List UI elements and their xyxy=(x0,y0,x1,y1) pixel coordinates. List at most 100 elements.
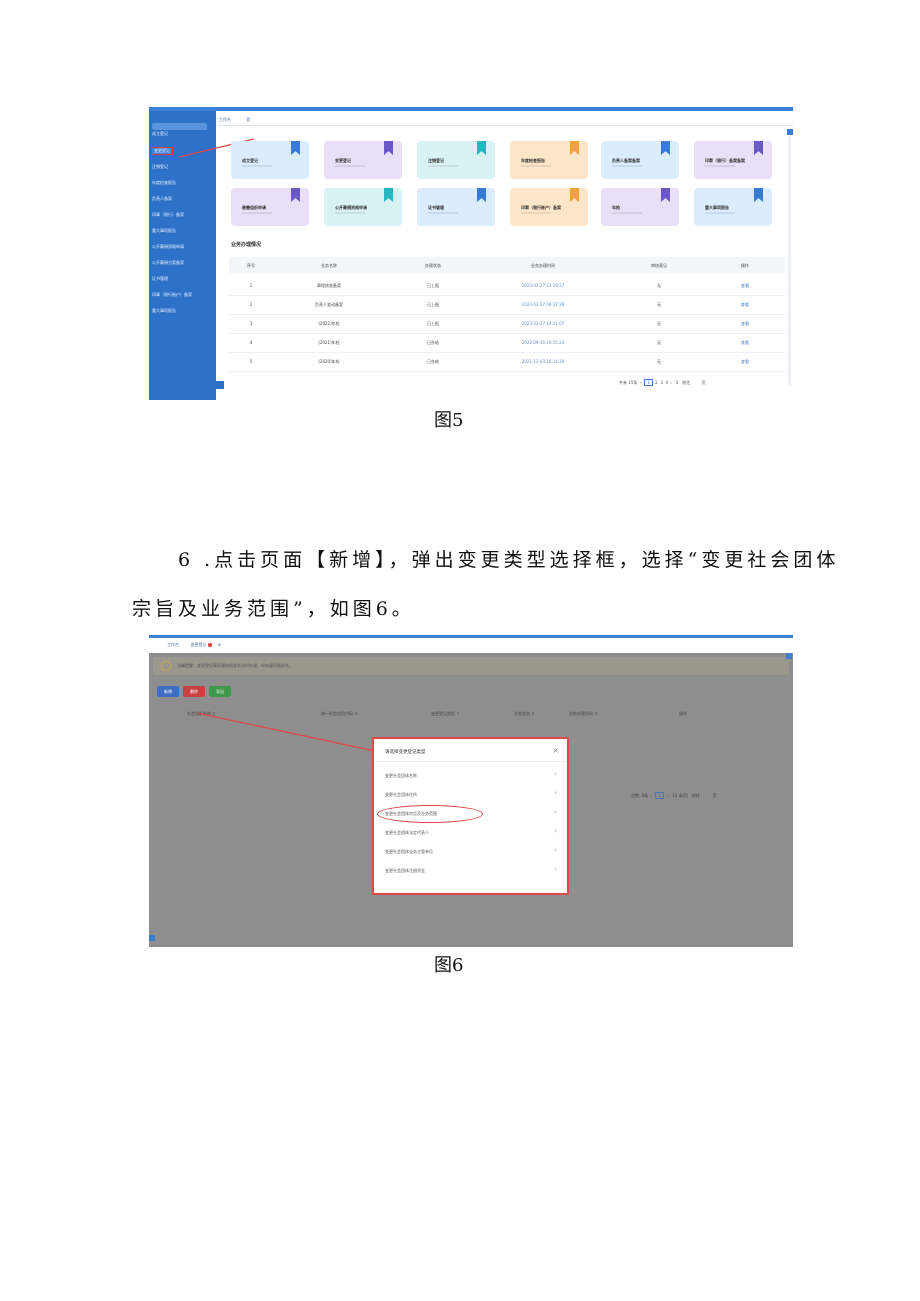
bookmark-icon xyxy=(661,141,670,155)
service-card[interactable]: 年检 xyxy=(601,188,679,226)
view-link[interactable]: 查看 xyxy=(741,321,749,327)
table-cell: 2021-12-03 16:14:39 xyxy=(521,359,565,364)
sidebar-item[interactable]: 年度检查报告 xyxy=(152,180,176,186)
service-card[interactable]: 慈善组织申请 xyxy=(231,188,309,226)
figure-5-screenshot: 工作台 首 业务办理情况 共有 15条 ‹ 1 2 3 4 › 5 前往 页 成… xyxy=(149,107,793,400)
service-card-label: 变更登记 xyxy=(335,158,351,163)
bookmark-icon xyxy=(291,188,300,202)
table-cell: 无 xyxy=(657,359,661,364)
change-type-option[interactable]: 变更社会团体名称 xyxy=(385,773,417,779)
close-icon[interactable]: × xyxy=(552,746,559,755)
change-type-option[interactable]: 变更社会团体业务主管单位 xyxy=(385,849,433,855)
pager-page-5[interactable]: 5 xyxy=(676,380,679,385)
pager-goto[interactable]: 前往 xyxy=(682,380,690,385)
service-card[interactable]: 变更登记 xyxy=(324,141,402,179)
sidebar-item[interactable]: 重大事项报告 xyxy=(152,308,176,314)
table-cell: 2 xyxy=(249,302,253,307)
view-link[interactable]: 查看 xyxy=(741,359,749,365)
sidebar-item[interactable]: 重大事项报告 xyxy=(152,228,176,234)
table-cell: 2022-09-30 19:15:24 xyxy=(521,340,565,345)
service-card-label: 重大事项报告 xyxy=(705,205,729,210)
sidebar-item[interactable]: 公开募捐方案备案 xyxy=(152,260,184,266)
pager-page-2[interactable]: 2 xyxy=(655,380,658,385)
sidebar-item[interactable]: 变更登记 xyxy=(151,147,173,155)
service-card-label: 印章（银行账户）备案 xyxy=(521,205,561,210)
table-header-cell: 业务名称 xyxy=(321,263,337,268)
service-card[interactable]: 重大事项报告 xyxy=(694,188,772,226)
service-card-subtext xyxy=(612,212,642,214)
service-card[interactable]: 印章（银行）备案备案 xyxy=(694,141,772,179)
paragraph-line-1: 6 .点击页面【新增】，弹出变更类型选择框，选择“变更社会团体 xyxy=(178,549,840,571)
bookmark-icon xyxy=(477,141,486,155)
service-card[interactable]: 注销登记 xyxy=(417,141,495,179)
service-card-label: 年检 xyxy=(612,205,620,210)
bookmark-icon xyxy=(291,141,300,155)
table-cell: 无 xyxy=(657,283,661,288)
change-type-option[interactable]: 变更社会团体注册资金 xyxy=(385,868,425,874)
table-cell: 1 xyxy=(249,283,253,288)
service-card-subtext xyxy=(242,165,272,167)
table-cell: 负责人变动备案 xyxy=(315,302,343,307)
pager-page-3[interactable]: 3 xyxy=(660,380,663,385)
table-cell: 章程核准备案 xyxy=(317,283,341,288)
service-card[interactable]: 成立登记 xyxy=(231,141,309,179)
view-link[interactable]: 查看 xyxy=(741,302,749,308)
section-title: 业务办理情况 xyxy=(231,242,262,248)
bookmark-icon xyxy=(570,188,579,202)
figure-6-screenshot: 工作台 变更登记 ⊗ 温馨提醒：变更登记事项请按照要求及时办理，如有疑问请联系。… xyxy=(149,635,793,947)
service-card[interactable]: 年度检查报告 xyxy=(510,141,588,179)
view-link[interactable]: 查看 xyxy=(741,340,749,346)
service-card[interactable]: 印章（银行账户）备案 xyxy=(510,188,588,226)
table-cell: 2023-03-27 14:11:07 xyxy=(521,321,565,326)
chevron-right-icon: › xyxy=(554,808,557,816)
table-cell: 已办结 xyxy=(427,359,439,364)
service-card[interactable]: 证书管理 xyxy=(417,188,495,226)
table-cell: 3 xyxy=(249,321,253,326)
sidebar-item[interactable]: 成立登记 xyxy=(152,131,168,137)
service-card-subtext xyxy=(428,165,458,167)
chevron-right-icon: › xyxy=(554,846,557,854)
table-cell: 已上报 xyxy=(427,302,439,307)
table-row-divider xyxy=(229,333,785,334)
service-card-label: 成立登记 xyxy=(242,158,258,163)
sidebar-item[interactable]: 印章（银行）备案 xyxy=(152,212,184,218)
table-header-cell: 审核意见 xyxy=(651,263,667,268)
sidebar-item[interactable]: 公开募捐资格申请 xyxy=(152,244,184,250)
service-card-subtext xyxy=(705,165,735,167)
service-card-label: 印章（银行）备案备案 xyxy=(705,158,745,163)
table-header-cell: 办理状态 xyxy=(425,263,441,268)
sidebar-item[interactable]: 证书管理 xyxy=(152,276,168,282)
table-row-divider xyxy=(229,314,785,315)
service-card[interactable]: 公开募捐资格申请 xyxy=(324,188,402,226)
service-card[interactable]: 负责人备案备案 xyxy=(601,141,679,179)
dialog-divider xyxy=(374,761,567,762)
table-cell: 4 xyxy=(249,340,253,345)
chevron-right-icon: › xyxy=(554,865,557,873)
pagination: 共有 15条 ‹ 1 2 3 4 › 5 前往 页 xyxy=(619,379,706,386)
table-cell: (2022)年检 xyxy=(318,321,340,326)
change-type-dialog: 请选择变更登记类型 × 变更社会团体名称 › 变更社会团体住所 › 变更社会团体宗旨及业… xyxy=(372,737,569,895)
service-card-label: 注销登记 xyxy=(428,158,444,163)
paragraph-line-2: 宗旨及业务范围”，如图6。 xyxy=(132,598,415,620)
table-cell: 2023-03-27 13:29:27 xyxy=(521,283,565,288)
bookmark-icon xyxy=(384,141,393,155)
sidebar-item[interactable]: 印章（银行账户）备案 xyxy=(152,292,192,298)
bookmark-icon xyxy=(754,188,763,202)
change-type-option[interactable]: 变更社会团体法定代表人 xyxy=(385,830,429,836)
figure-6-caption: 图6 xyxy=(434,955,464,976)
pager-page-1[interactable]: 1 xyxy=(644,379,653,386)
table-cell: 已上报 xyxy=(427,321,439,326)
service-card-subtext xyxy=(521,212,551,214)
pager-unit: 页 xyxy=(701,380,706,385)
sidebar-item[interactable]: 负责人备案 xyxy=(152,196,172,202)
change-type-option[interactable]: 变更社会团体住所 xyxy=(385,792,417,798)
change-type-option[interactable]: 变更社会团体宗旨及业务范围 xyxy=(385,811,437,817)
table-cell: 2023-03-27 09:17:39 xyxy=(521,302,565,307)
view-link[interactable]: 查看 xyxy=(741,283,749,289)
figure-5-caption: 图5 xyxy=(434,410,464,431)
pager-page-4[interactable]: 4 xyxy=(665,380,668,385)
service-card-label: 公开募捐资格申请 xyxy=(335,205,367,210)
chevron-right-icon: › xyxy=(554,827,557,835)
sidebar-item[interactable]: 注销登记 xyxy=(152,164,168,170)
bookmark-icon xyxy=(570,141,579,155)
